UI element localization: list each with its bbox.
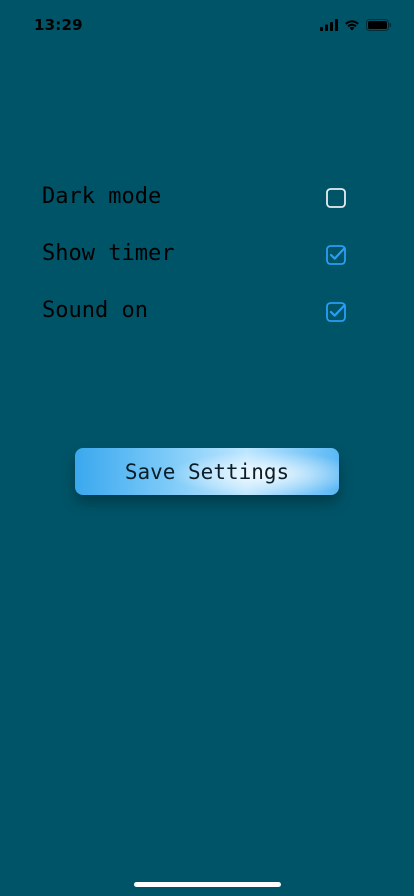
checkbox-unchecked-icon bbox=[326, 188, 346, 208]
sound-on-checkbox[interactable] bbox=[326, 302, 346, 322]
checkbox-checked-icon bbox=[326, 245, 346, 265]
setting-row-show-timer: Show timer bbox=[42, 227, 352, 284]
setting-row-dark-mode: Dark mode bbox=[42, 170, 352, 227]
save-settings-label: Save Settings bbox=[124, 459, 290, 484]
status-bar: 13:29 bbox=[0, 0, 414, 50]
show-timer-checkbox[interactable] bbox=[326, 245, 346, 265]
dark-mode-checkbox[interactable] bbox=[326, 188, 346, 208]
setting-label-sound-on: Sound on bbox=[42, 298, 148, 323]
home-indicator[interactable] bbox=[134, 882, 281, 887]
setting-label-dark-mode: Dark mode bbox=[42, 184, 162, 209]
setting-label-show-timer: Show timer bbox=[42, 241, 175, 266]
checkbox-checked-icon bbox=[326, 302, 346, 322]
save-settings-button[interactable]: Save Settings bbox=[75, 448, 339, 495]
setting-row-sound-on: Sound on bbox=[42, 284, 352, 341]
settings-list: Dark mode Show timer Sound on bbox=[42, 170, 352, 341]
wifi-icon bbox=[344, 16, 360, 35]
status-icons bbox=[320, 18, 392, 32]
cellular-signal-icon bbox=[320, 16, 338, 35]
status-time: 13:29 bbox=[34, 16, 83, 34]
battery-icon bbox=[366, 16, 392, 35]
